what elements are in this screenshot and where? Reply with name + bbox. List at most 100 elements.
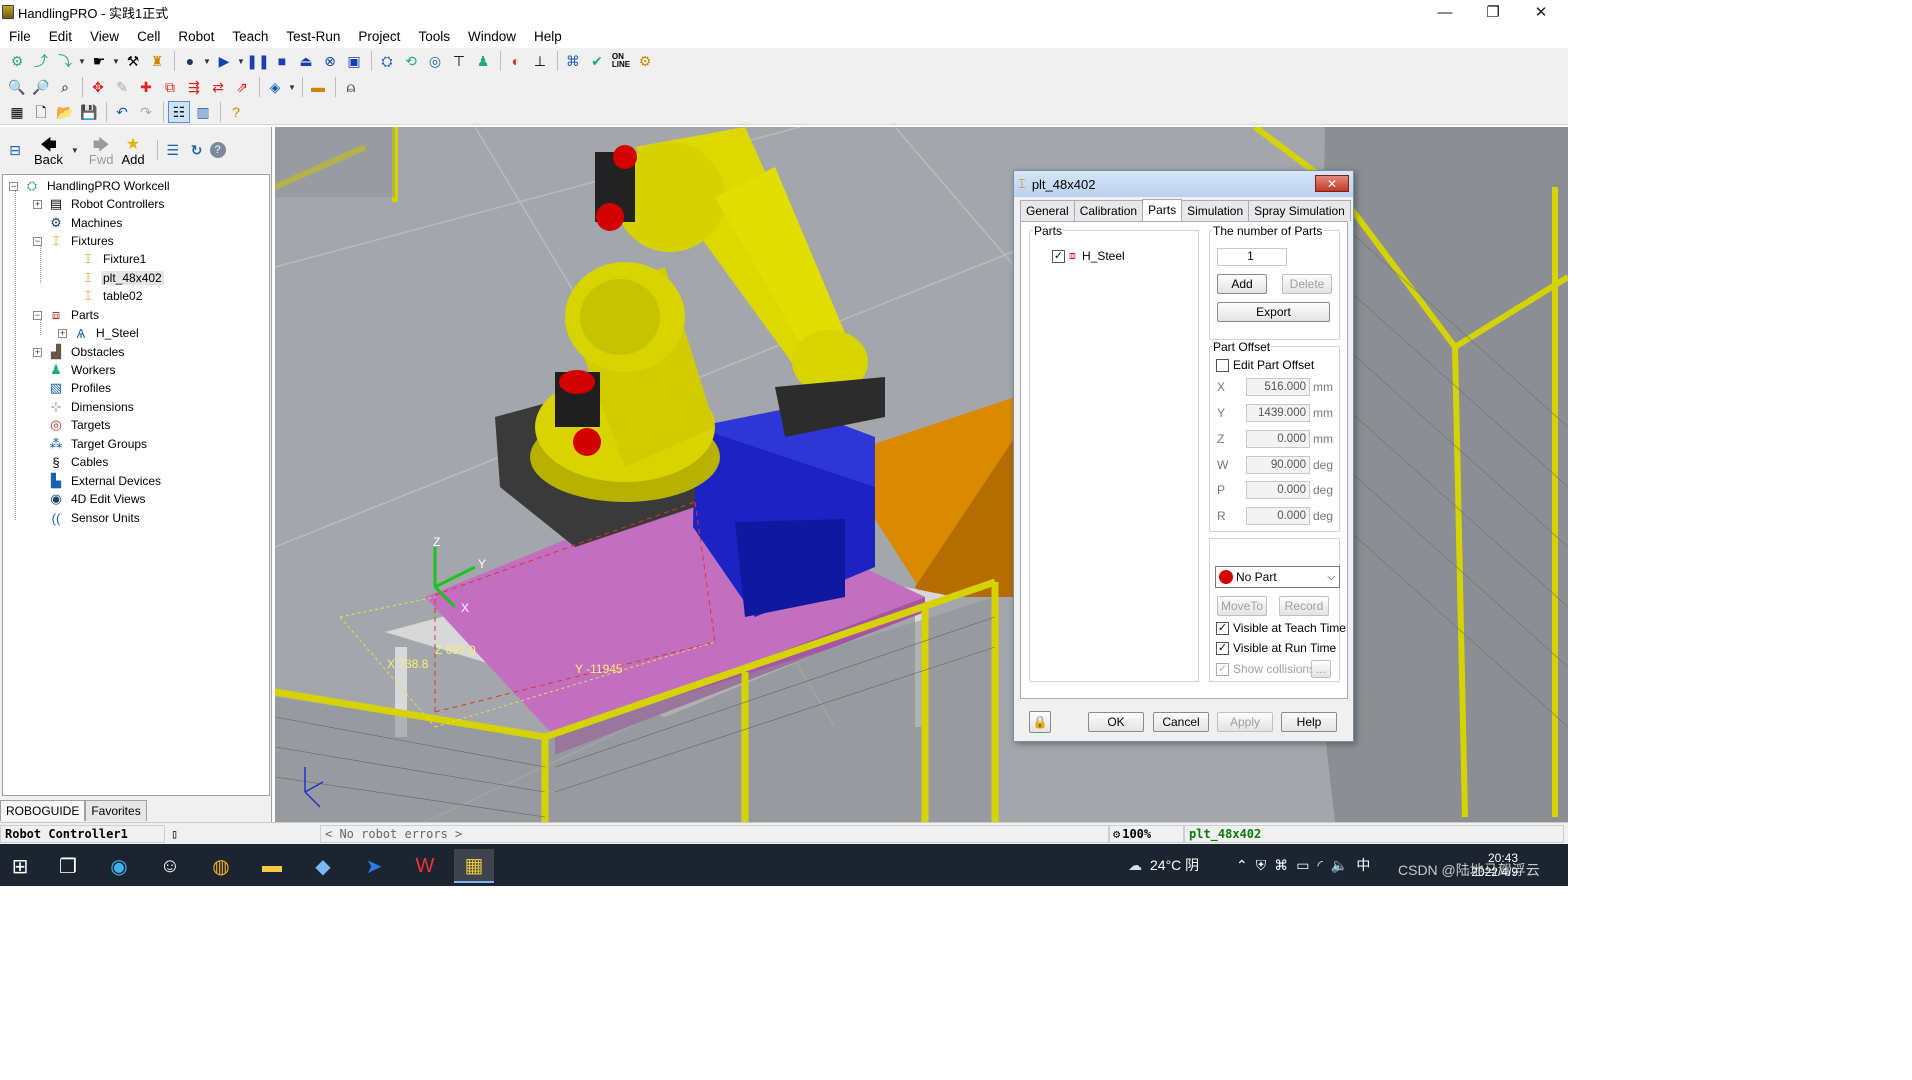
tree-item-cables[interactable]: § Cables <box>48 453 110 471</box>
tree-item-4d-edit-views[interactable]: ◉ 4D Edit Views <box>48 490 147 508</box>
chart-icon[interactable]: ▥ <box>192 101 214 123</box>
menu-file[interactable]: File <box>0 29 40 44</box>
tree-item-obstacles[interactable]: + ▟ Obstacles <box>33 343 126 361</box>
edge-browser-icon[interactable]: ◉ <box>99 849 139 883</box>
measure-icon[interactable]: ⊥ <box>529 50 551 72</box>
tree-item-parts[interactable]: − ⧈ Parts <box>33 306 101 324</box>
moveto-button[interactable]: MoveTo <box>1217 596 1267 616</box>
target-icon[interactable]: ◎ <box>424 50 446 72</box>
chevron-down-icon[interactable]: ▼ <box>237 57 245 66</box>
roboguide-task-icon[interactable]: ▦ <box>454 849 494 883</box>
cancel-button[interactable]: Cancel <box>1153 712 1209 732</box>
teach-tool-icon[interactable]: ⤴ <box>30 50 52 72</box>
collapse-toggle[interactable]: − <box>33 236 42 246</box>
visible-run-checkbox[interactable]: ✓ <box>1216 642 1229 655</box>
close-button[interactable]: ✕ <box>1518 0 1564 24</box>
app-icon[interactable]: ◆ <box>303 849 343 883</box>
task-view-icon[interactable]: ❐ <box>48 849 88 883</box>
undo-icon[interactable]: ↶ <box>111 101 133 123</box>
tab-favorites[interactable]: Favorites <box>85 800 147 821</box>
tree-item-sensor-units[interactable]: (( Sensor Units <box>48 509 142 527</box>
delete-part-button[interactable]: Delete <box>1282 274 1332 294</box>
zoom-in-icon[interactable]: 🔍 <box>6 76 28 98</box>
tree-item-workers[interactable]: ♟ Workers <box>48 361 117 379</box>
tab-parts[interactable]: Parts <box>1142 199 1183 222</box>
chevron-down-icon[interactable]: ▼ <box>203 57 211 66</box>
tab-roboguide[interactable]: ROBOGUIDE <box>0 800 86 821</box>
online-icon[interactable]: ON LINE <box>610 50 632 72</box>
weather-widget[interactable]: ☁ 24°C 阴 <box>1128 844 1199 886</box>
gripper-icon[interactable]: ♜ <box>146 50 168 72</box>
wifi-icon[interactable]: ◜ <box>1317 857 1322 874</box>
apply-button[interactable]: Apply <box>1217 712 1273 732</box>
file-explorer-icon[interactable]: ▬ <box>252 849 292 883</box>
add-favorite-button[interactable]: ★ Add <box>121 134 144 167</box>
tree-item-h-steel[interactable]: + Ѧ H_Steel <box>58 324 141 342</box>
part-checkbox[interactable]: ✓ <box>1052 249 1065 263</box>
ime-indicator[interactable]: 中 <box>1356 855 1370 875</box>
help-question-icon[interactable]: ? <box>225 101 247 123</box>
frame-icon[interactable]: ⧉ <box>159 76 181 98</box>
check-icon[interactable]: ✔ <box>586 50 608 72</box>
tree-view-icon[interactable]: ☰ <box>162 139 184 161</box>
edit-part-offset-checkbox[interactable] <box>1216 359 1229 372</box>
expand-toggle[interactable]: + <box>58 328 67 338</box>
collapse-toggle[interactable]: − <box>33 310 42 320</box>
menu-window[interactable]: Window <box>459 29 525 44</box>
record-program-icon[interactable]: ● <box>179 50 201 72</box>
3d-viewport[interactable]: X 738.8 Z 697.0 Y -11945 Z Y X <box>275 127 1568 822</box>
zoom-out-icon[interactable]: 🔎 <box>30 76 52 98</box>
volume-icon[interactable]: 🔈 <box>1331 857 1348 874</box>
tree-item-dimensions[interactable]: ⊹ Dimensions <box>48 398 136 416</box>
minimize-button[interactable]: — <box>1422 0 1468 24</box>
mouse-icon[interactable]: ⍝ <box>340 76 362 98</box>
robot-arm-icon[interactable]: ⚒ <box>122 50 144 72</box>
dialog-title-bar[interactable]: ⌶ plt_48x402 <box>1014 171 1353 197</box>
robot-jog-icon[interactable]: ⚙ <box>6 50 28 72</box>
tree-item-machines[interactable]: ⚙ Machines <box>48 214 124 232</box>
forward-button[interactable]: 🡆 Fwd <box>89 134 114 167</box>
shield-icon[interactable]: ⛨ <box>1256 857 1267 874</box>
redo-icon[interactable]: ↷ <box>135 101 157 123</box>
maximize-button[interactable]: ❐ <box>1470 0 1516 24</box>
move-icon[interactable]: ✥ <box>87 76 109 98</box>
part-list-item[interactable]: ✓ ⧈ H_Steel <box>1052 249 1125 263</box>
chevron-down-icon[interactable]: ▼ <box>71 146 79 155</box>
menu-help[interactable]: Help <box>525 29 571 44</box>
tab-general[interactable]: General <box>1020 200 1075 221</box>
wps-icon[interactable]: W <box>405 849 445 883</box>
pause-icon[interactable]: ❚❚ <box>246 50 269 72</box>
tree-item-fixtures[interactable]: − ⌶ Fixtures <box>33 232 116 250</box>
tree-item-target-groups[interactable]: ⁂ Target Groups <box>48 435 149 453</box>
menu-project[interactable]: Project <box>349 29 409 44</box>
help-button[interactable]: Help <box>1281 712 1337 732</box>
robot-view-icon[interactable]: ◈ <box>264 76 286 98</box>
offset-r-field[interactable]: 0.000 <box>1246 507 1310 525</box>
abort-icon[interactable]: ⊗ <box>319 50 341 72</box>
back-button[interactable]: 🡄 Back <box>34 134 63 167</box>
frame-offset-icon[interactable]: ⇶ <box>183 76 205 98</box>
new-file-icon[interactable]: 🗋 <box>30 101 52 123</box>
lock-button[interactable]: 🔒 <box>1029 711 1051 733</box>
tab-spray-simulation[interactable]: Spray Simulation <box>1248 200 1351 221</box>
add-point-icon[interactable]: ✚ <box>135 76 157 98</box>
refresh-icon[interactable]: ↻ <box>186 139 208 161</box>
collisions-options-button[interactable]: ... <box>1311 660 1331 678</box>
chevron-up-icon[interactable]: ⌃ <box>1236 857 1248 874</box>
offset-z-field[interactable]: 0.000 <box>1246 430 1310 448</box>
chevron-down-icon[interactable]: ▼ <box>78 57 86 66</box>
tree-item-fixture1[interactable]: ⌶ Fixture1 <box>80 250 148 268</box>
number-of-parts-field[interactable]: 1 <box>1217 248 1287 266</box>
tab-simulation[interactable]: Simulation <box>1181 200 1250 221</box>
offset-y-field[interactable]: 1439.000 <box>1246 404 1310 422</box>
eject-icon[interactable]: ⏏ <box>295 50 317 72</box>
qq-icon[interactable]: ☺ <box>150 849 190 883</box>
play-icon[interactable]: ▶ <box>213 50 235 72</box>
expand-toggle[interactable]: + <box>33 199 42 209</box>
menu-robot[interactable]: Robot <box>169 29 223 44</box>
export-button[interactable]: Export <box>1217 302 1330 322</box>
windows-start-icon[interactable]: ⊞ <box>0 849 40 883</box>
ok-button[interactable]: OK <box>1088 712 1144 732</box>
open-folder-icon[interactable]: 📂 <box>54 101 76 123</box>
tab-calibration[interactable]: Calibration <box>1073 200 1144 221</box>
